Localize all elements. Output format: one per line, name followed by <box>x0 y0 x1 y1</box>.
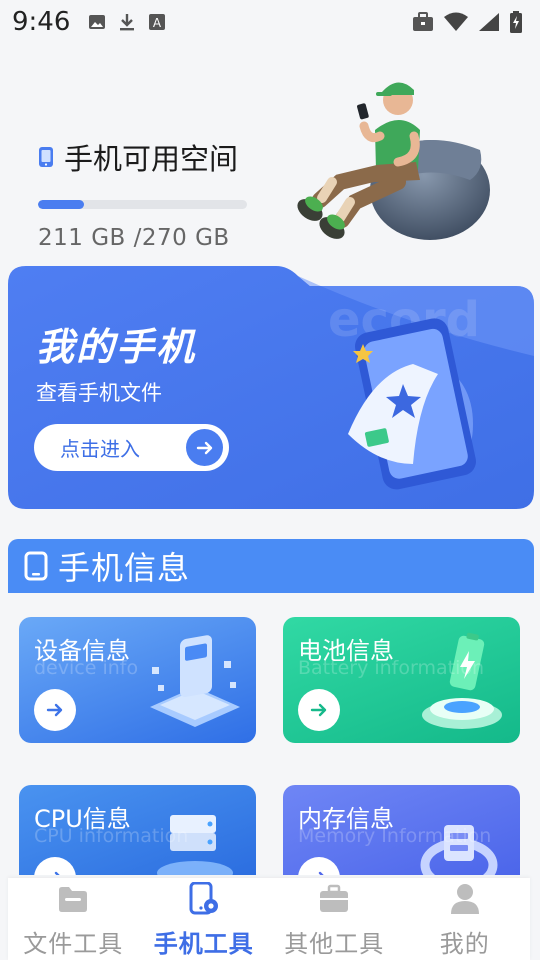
memory-info-tile[interactable]: 内存信息 Memory Information <box>283 785 520 875</box>
briefcase-icon <box>413 12 433 31</box>
storage-title-row: 手机可用空间 <box>38 136 278 178</box>
device-info-tile[interactable]: 设备信息 device info <box>19 617 256 743</box>
phone-icon <box>39 147 53 167</box>
nav-file-tools[interactable]: 文件工具 <box>8 878 139 960</box>
arrow-right-icon[interactable] <box>34 857 76 875</box>
toolbox-icon <box>317 882 351 916</box>
storage-value-text: 211 GB /270 GB <box>38 225 230 251</box>
nav-mine[interactable]: 我的 <box>400 878 531 960</box>
storage-progress-bar <box>38 200 247 209</box>
device-info-title: 设备信息 <box>34 637 130 665</box>
storage-progress-fill <box>38 200 84 209</box>
battery-info-tile[interactable]: 电池信息 Battery information <box>283 617 520 743</box>
a-icon: A <box>149 14 166 30</box>
nav-other-tools[interactable]: 其他工具 <box>269 878 400 960</box>
cpu-info-tile[interactable]: CPU信息 CPU information <box>19 785 256 875</box>
storage-title: 手机可用空间 <box>64 142 239 176</box>
my-phone-subtitle: 查看手机文件 <box>36 381 162 405</box>
bottom-nav: 文件工具 手机工具 其他工具 我的 <box>8 878 530 960</box>
phone-settings-icon <box>187 882 221 916</box>
arrow-right-icon[interactable] <box>298 857 340 875</box>
phone-illustration <box>348 318 476 490</box>
nav-label: 文件工具 <box>23 930 124 958</box>
svg-text:A: A <box>153 16 162 30</box>
phone-icon <box>24 551 48 581</box>
enter-button-label: 点击进入 <box>60 437 140 461</box>
battery-charging-icon <box>510 11 522 33</box>
memory-info-title: 内存信息 <box>298 805 394 833</box>
arrow-right-icon <box>186 429 223 466</box>
user-icon <box>448 882 482 916</box>
nav-label: 手机工具 <box>153 930 254 958</box>
phone-info-header: 手机信息 <box>8 539 534 593</box>
signal-icon <box>479 13 499 31</box>
person-illustration <box>297 82 490 240</box>
system-icons <box>412 11 522 33</box>
storage-summary: 手机可用空间 211 GB /270 GB <box>38 136 278 251</box>
enter-button[interactable]: 点击进入 <box>34 424 229 471</box>
nav-label: 我的 <box>439 930 490 958</box>
folder-icon <box>56 882 90 916</box>
arrow-right-icon[interactable] <box>34 689 76 731</box>
cpu-info-title: CPU信息 <box>34 805 131 833</box>
wifi-icon <box>444 12 468 31</box>
battery-info-title: 电池信息 <box>298 637 394 665</box>
storage-values: 211 GB /270 GB <box>38 225 278 251</box>
nav-phone-tools[interactable]: 手机工具 <box>139 878 270 960</box>
battery-illustration <box>422 632 502 729</box>
my-phone-title: 我的手机 <box>36 325 197 369</box>
download-icon <box>120 14 135 31</box>
phone-info-title: 手机信息 <box>58 549 191 587</box>
status-time: 9:46 <box>12 7 71 37</box>
my-phone-card[interactable]: ecord 我的手机 查看手机文件 点击进入 <box>8 266 534 509</box>
image-icon <box>89 15 106 29</box>
arrow-right-icon[interactable] <box>298 689 340 731</box>
status-bar: 9:46 A <box>0 0 540 44</box>
device-illustration <box>150 635 240 727</box>
notification-icons: A <box>88 12 166 32</box>
nav-label: 其他工具 <box>284 930 385 958</box>
